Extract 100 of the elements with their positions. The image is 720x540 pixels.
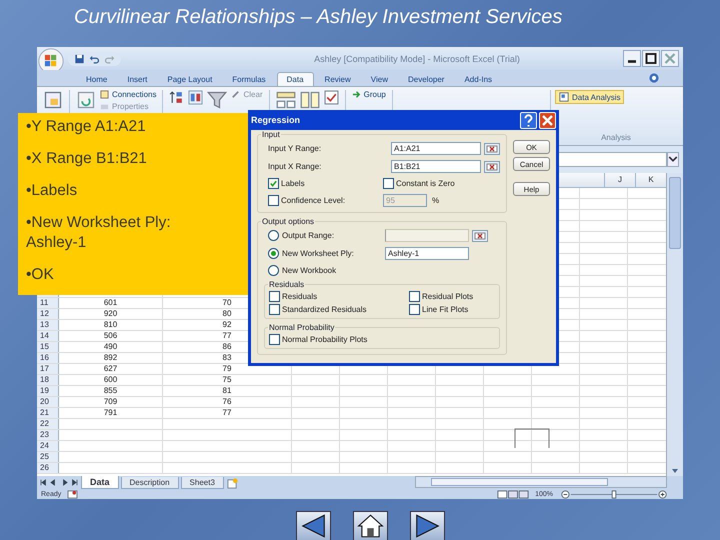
maximize-button[interactable] [642, 50, 660, 67]
checkbox-label: Constant is Zero [396, 179, 455, 188]
table-cell: 77 [222, 408, 232, 417]
refresh-icon[interactable] [76, 90, 96, 110]
table-cell: 75 [222, 375, 232, 384]
text-to-columns-icon[interactable] [276, 90, 296, 110]
checkbox[interactable] [269, 334, 280, 345]
data-analysis-button[interactable]: Data Analysis [555, 90, 624, 104]
sort-icon[interactable] [188, 90, 204, 105]
view-buttons-icon[interactable] [497, 490, 530, 498]
table-cell: 92 [222, 320, 232, 329]
row-header[interactable]: 24 [37, 441, 59, 451]
collapse-dialog-icon[interactable] [484, 142, 500, 154]
table-cell: 81 [222, 386, 232, 395]
help-button[interactable] [520, 112, 537, 128]
ribbon-tab[interactable]: Insert [118, 73, 156, 86]
checkbox[interactable] [383, 178, 394, 189]
sheet-tab[interactable]: Data [81, 476, 119, 489]
home-button[interactable] [352, 511, 388, 540]
row-header[interactable]: 18 [37, 375, 59, 385]
checkbox[interactable] [269, 291, 280, 302]
close-icon [540, 112, 555, 128]
dialog-title: Regression [251, 115, 302, 125]
sheet-tab[interactable]: Sheet3 [180, 477, 224, 489]
zoom-slider-icon[interactable] [559, 490, 669, 498]
scroll-thumb[interactable] [669, 177, 681, 249]
connections-button[interactable]: Connections [100, 90, 156, 99]
radio-label: New Workbook [282, 266, 338, 275]
row-header[interactable]: 14 [37, 331, 59, 341]
ribbon-tab[interactable]: Add-Ins [455, 73, 502, 86]
insert-sheet-icon[interactable] [226, 478, 239, 489]
checkbox[interactable] [268, 178, 279, 189]
column-header[interactable]: J [604, 173, 635, 187]
bullet-text: •OK [26, 265, 55, 285]
radio-button[interactable] [268, 248, 279, 259]
unit-label: % [432, 196, 440, 205]
minimize-button[interactable] [623, 50, 641, 67]
checkbox-label: Confidence Level: [281, 196, 346, 205]
checkbox-label: Residuals [282, 292, 318, 301]
sheet-navigation-icon[interactable] [39, 478, 79, 487]
next-slide-button[interactable] [410, 511, 444, 540]
undo-icon[interactable] [89, 54, 100, 64]
validation-icon[interactable] [324, 90, 339, 105]
expand-button[interactable] [667, 152, 679, 167]
checkbox[interactable] [268, 195, 279, 206]
save-icon[interactable] [74, 54, 85, 64]
table-cell: 86 [222, 342, 232, 351]
vertical-scrollbar[interactable] [666, 173, 683, 476]
checkbox[interactable] [269, 304, 280, 315]
ribbon-tab[interactable]: Formulas [223, 73, 275, 86]
ribbon-tab[interactable]: Page Layout [158, 73, 222, 86]
radio-button[interactable] [268, 230, 279, 241]
bullet-text: •Labels [26, 181, 78, 201]
collapse-dialog-icon[interactable] [484, 160, 500, 172]
ribbon-tab[interactable]: Data [276, 72, 314, 86]
row-header[interactable]: 25 [37, 452, 59, 462]
group-button[interactable]: Group [352, 90, 386, 99]
row-header[interactable]: 16 [37, 353, 59, 363]
ribbon-tab[interactable]: Developer [398, 73, 454, 86]
help-icon[interactable] [649, 73, 659, 83]
radio-button[interactable] [268, 265, 279, 276]
previous-slide-button[interactable] [296, 511, 330, 540]
checkbox-label: Residual Plots [422, 292, 474, 301]
input-field[interactable]: B1:B21 [391, 160, 481, 173]
row-header[interactable]: 23 [37, 430, 59, 440]
filter-funnel-icon[interactable] [207, 90, 228, 110]
field-label: Input Y Range: [267, 144, 322, 153]
row-header[interactable]: 21 [37, 408, 59, 418]
ribbon-tab[interactable]: Home [77, 73, 116, 86]
row-header[interactable]: 19 [37, 386, 59, 396]
input-field[interactable] [385, 229, 469, 242]
row-header[interactable]: 12 [37, 309, 59, 319]
sheet-tab[interactable]: Description [120, 477, 179, 489]
horizontal-scrollbar[interactable] [415, 476, 667, 488]
row-header[interactable]: 26 [37, 463, 59, 473]
input-field[interactable]: A1:A21 [391, 142, 481, 155]
bullet-text: •Y Range A1:A21 [26, 117, 147, 137]
checkbox[interactable] [409, 304, 420, 315]
ribbon-tab[interactable]: View [362, 73, 397, 86]
scroll-down-icon[interactable] [671, 468, 679, 474]
table-cell: 601 [104, 298, 118, 307]
row-header[interactable]: 15 [37, 342, 59, 352]
table-cell: 490 [104, 342, 118, 351]
table-cell: 600 [104, 375, 118, 384]
input-field[interactable]: Ashley-1 [385, 247, 469, 260]
checkbox[interactable] [409, 291, 420, 302]
sort-ascending-icon[interactable] [169, 90, 184, 105]
checkbox-label: Normal Probability Plots [282, 335, 368, 344]
row-header[interactable]: 22 [37, 419, 59, 429]
group-label: Normal Probability [268, 323, 336, 332]
row-header[interactable]: 13 [37, 320, 59, 330]
table-cell: 70 [222, 298, 232, 307]
ribbon-tab[interactable]: Review [316, 73, 360, 86]
row-header[interactable]: 11 [37, 298, 59, 308]
collapse-dialog-icon[interactable] [472, 230, 488, 242]
row-header[interactable]: 20 [37, 397, 59, 407]
columns-icon[interactable] [300, 90, 320, 110]
window-title: Ashley [Compatibility Mode] - Microsoft Excel (Trial) [313, 54, 521, 64]
row-header[interactable]: 17 [37, 364, 59, 374]
macro-record-icon[interactable] [67, 490, 78, 498]
